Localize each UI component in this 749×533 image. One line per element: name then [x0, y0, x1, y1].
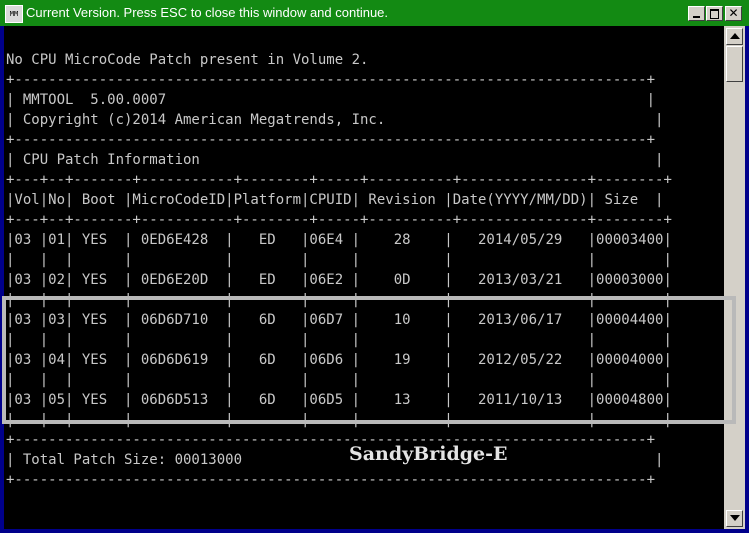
maximize-button[interactable] — [706, 6, 723, 21]
title-bar[interactable]: MM Current Version. Press ESC to close t… — [0, 0, 749, 26]
window-title: Current Version. Press ESC to close this… — [26, 5, 389, 20]
border-line: +---------------------------------------… — [6, 72, 656, 88]
table-border: +---------------------------------------… — [6, 472, 656, 488]
table-spacer: | | | | | | | | | | — [6, 252, 672, 268]
table-border: +---------------------------------------… — [6, 432, 656, 448]
table-row: |03 |01| YES | 0ED6E428 | ED |06E4 | 28 … — [6, 232, 672, 248]
maximize-icon — [710, 9, 719, 19]
tool-version: | MMTOOL 5.00.0007 | — [6, 92, 656, 108]
close-icon: ✕ — [728, 6, 739, 20]
highlight-box — [2, 296, 736, 424]
minimize-button[interactable] — [688, 6, 705, 21]
minimize-icon — [693, 16, 700, 18]
table-row: |03 |02| YES | 0ED6E20D | ED |06E2 | 0D … — [6, 272, 672, 288]
console-text: No CPU MicroCode Patch present in Volume… — [6, 50, 672, 490]
annotation-label: SandyBridge-E — [349, 443, 508, 465]
scroll-down-button[interactable] — [726, 510, 743, 527]
table-border: +---+--+-------+-----------+--------+---… — [6, 212, 672, 228]
table-header: |Vol|No| Boot |MicroCodeID|Platform|CPUI… — [6, 192, 664, 208]
command-prompt-icon[interactable]: MM — [5, 5, 23, 23]
scroll-up-button[interactable] — [726, 28, 743, 45]
arrow-down-icon — [730, 515, 740, 521]
copyright-line: | Copyright (c)2014 American Megatrends,… — [6, 112, 664, 128]
section-title: | CPU Patch Information | — [6, 152, 664, 168]
arrow-up-icon — [730, 33, 740, 39]
close-button[interactable]: ✕ — [725, 6, 742, 21]
console-window: MM Current Version. Press ESC to close t… — [0, 0, 749, 533]
table-border: +---+--+-------+-----------+--------+---… — [6, 172, 672, 188]
status-message: No CPU MicroCode Patch present in Volume… — [6, 52, 369, 68]
scroll-thumb[interactable] — [726, 46, 743, 82]
total-patch-size: | Total Patch Size: 00013000 | — [6, 452, 664, 468]
vertical-scrollbar[interactable] — [724, 26, 745, 529]
border-line: +---------------------------------------… — [6, 132, 656, 148]
